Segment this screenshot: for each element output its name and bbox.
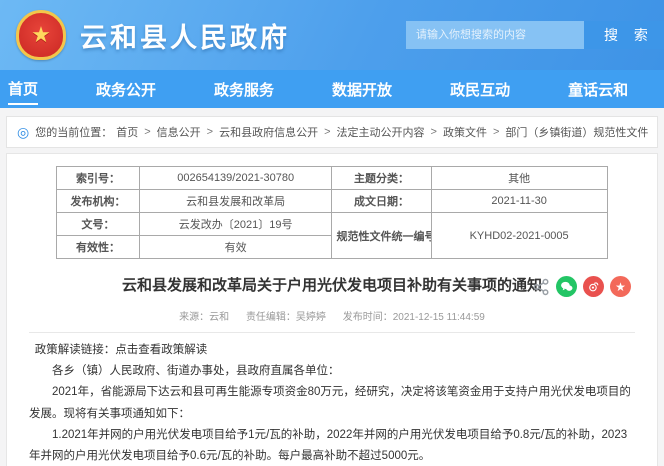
source-line: 来源：云和 责任编辑：吴婷婷 发布时间：2021-12-15 11:44:59 — [29, 308, 635, 323]
table-row: 索引号： 002654139/2021-30780 主题分类： 其他 — [57, 167, 607, 190]
location-icon: ◎ — [17, 125, 29, 139]
nav-item-interaction[interactable]: 政民互动 — [450, 75, 510, 104]
share-icons: ★ — [532, 276, 631, 297]
table-row: 文号： 云发改办〔2021〕19号 规范性文件统一编号： KYHD02-2021… — [57, 213, 607, 236]
nav-item-gov-services[interactable]: 政务服务 — [214, 75, 274, 104]
nav-item-gov-disclosure[interactable]: 政务公开 — [96, 75, 156, 104]
article-paragraph: 各乡（镇）人民政府、街道办事处，县政府直属各单位： — [29, 361, 635, 382]
index-number-value: 002654139/2021-30780 — [139, 167, 332, 190]
breadcrumb-separator: > — [431, 126, 437, 138]
publish-time: 发布时间：2021-12-15 11:44:59 — [343, 312, 485, 323]
breadcrumb-prefix: 您的当前位置： — [35, 124, 112, 140]
doc-number-value: 云发改办〔2021〕19号 — [139, 213, 332, 236]
breadcrumb-item-home[interactable]: 首页 — [116, 124, 138, 140]
breadcrumb-separator: > — [144, 126, 150, 138]
page-title: 云和县发展和改革局关于户用光伏发电项目补助有关事项的通知 — [99, 275, 565, 297]
breadcrumb: ◎ 您的当前位置： 首页 > 信息公开 > 云和县政府信息公开 > 法定主动公开… — [6, 116, 658, 148]
breadcrumb-item-county-disclosure[interactable]: 云和县政府信息公开 — [219, 124, 318, 140]
breadcrumb-separator: > — [324, 126, 330, 138]
normative-code-value: KYHD02-2021-0005 — [431, 213, 607, 259]
table-row: 发布机构： 云和县发展和改革局 成文日期： 2021-11-30 — [57, 190, 607, 213]
article-body: 政策解读链接：点击查看政策解读 各乡（镇）人民政府、街道办事处，县政府直属各单位… — [29, 340, 635, 466]
normative-code-label: 规范性文件统一编号： — [332, 213, 431, 259]
main-nav: 首页 政务公开 政务服务 数据开放 政民互动 童话云和 — [0, 70, 664, 108]
agency-label: 发布机构： — [57, 190, 140, 213]
topic-value: 其他 — [431, 167, 607, 190]
national-emblem-logo: ★ — [16, 10, 66, 60]
breadcrumb-separator: > — [207, 126, 213, 138]
site-header: ★ 云和县人民政府 搜 索 — [0, 0, 664, 70]
nav-item-open-data[interactable]: 数据开放 — [332, 75, 392, 104]
document-meta-table: 索引号： 002654139/2021-30780 主题分类： 其他 发布机构：… — [56, 166, 607, 259]
content-box: 索引号： 002654139/2021-30780 主题分类： 其他 发布机构：… — [6, 153, 658, 466]
topic-label: 主题分类： — [332, 167, 431, 190]
breadcrumb-item-statutory-content[interactable]: 法定主动公开内容 — [337, 124, 425, 140]
nav-item-fairytale-yunhe[interactable]: 童话云和 — [568, 75, 628, 104]
search-area: 搜 索 — [406, 21, 664, 49]
wechat-share-icon[interactable] — [556, 276, 577, 297]
article-paragraph: 1.2021年并网的户用光伏发电项目给予1元/瓦的补助，2022年并网的户用光伏… — [29, 425, 635, 466]
written-date-label: 成文日期： — [332, 190, 431, 213]
article-paragraph: 2021年，省能源局下达云和县可再生能源专项资金80万元，经研究，决定将该笔资金… — [29, 382, 635, 425]
search-button[interactable]: 搜 索 — [584, 21, 664, 49]
breadcrumb-item-normative-docs[interactable]: 部门（乡镇街道）规范性文件 — [505, 124, 648, 140]
validity-label: 有效性： — [57, 236, 140, 259]
breadcrumb-separator: > — [493, 126, 499, 138]
policy-interpretation-link[interactable]: 政策解读链接：点击查看政策解读 — [29, 340, 635, 361]
site-title: 云和县人民政府 — [80, 16, 290, 55]
nav-item-home[interactable]: 首页 — [8, 74, 38, 105]
search-input[interactable] — [406, 21, 584, 49]
emblem-star-icon: ★ — [31, 24, 51, 46]
written-date-value: 2021-11-30 — [431, 190, 607, 213]
title-row: 云和县发展和改革局关于户用光伏发电项目补助有关事项的通知 — [29, 275, 635, 297]
divider — [29, 332, 635, 333]
validity-value: 有效 — [139, 236, 332, 259]
share-icon[interactable] — [532, 278, 550, 296]
doc-number-label: 文号： — [57, 213, 140, 236]
qzone-share-icon[interactable]: ★ — [610, 276, 631, 297]
index-number-label: 索引号： — [57, 167, 140, 190]
breadcrumb-item-info-disclosure[interactable]: 信息公开 — [157, 124, 201, 140]
weibo-share-icon[interactable] — [583, 276, 604, 297]
agency-value: 云和县发展和改革局 — [139, 190, 332, 213]
editor: 责任编辑：吴婷婷 — [246, 312, 326, 323]
breadcrumb-item-policy-docs[interactable]: 政策文件 — [443, 124, 487, 140]
source: 来源：云和 — [179, 312, 229, 323]
